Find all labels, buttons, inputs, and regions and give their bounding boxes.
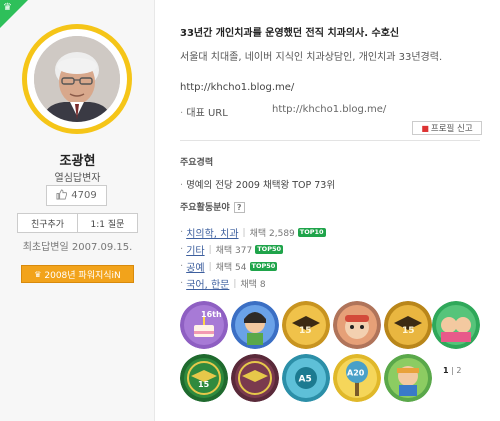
help-icon[interactable]: ?	[233, 202, 245, 213]
career-item-text: 명예의 전당 2009 채택왕 TOP 73위	[186, 180, 336, 191]
field-count: 채택 54	[215, 263, 247, 273]
add-friend-button[interactable]: 친구추가	[17, 213, 78, 233]
like-button[interactable]: 4709	[46, 185, 107, 206]
crown-icon: ♛	[3, 2, 12, 13]
badge-label: 16th	[201, 310, 222, 319]
fields-title: 주요활동분야?	[180, 200, 245, 213]
field-link[interactable]: 치의학, 치과	[186, 225, 238, 240]
avatar	[22, 24, 132, 134]
report-icon: ■	[421, 123, 429, 133]
field-count: 채택 2,589	[249, 229, 295, 239]
badge-label: A20	[347, 369, 365, 378]
user-role: 열심답변자	[54, 173, 101, 184]
report-profile-button[interactable]: ■ 프로필 신고	[412, 121, 482, 135]
top-rank-badge: TOP50	[255, 245, 284, 254]
activity-field-list: · 치의학, 치과 | 채택 2,589 TOP10 · 기타 | 채택 377…	[180, 224, 480, 292]
field-count: 채택 8	[240, 280, 266, 290]
representative-url-label: 대표 URL	[186, 108, 228, 119]
thumbs-up-icon	[56, 189, 68, 203]
list-item: · 기타 | 채택 377 TOP50	[180, 242, 284, 257]
explorer-badge[interactable]	[384, 354, 432, 402]
list-item: · 치의학, 치과 | 채택 2,589 TOP10	[180, 225, 326, 240]
badge-label: 15	[198, 380, 210, 389]
mascot-badge[interactable]	[333, 301, 381, 349]
direct-question-button[interactable]: 1:1 질문	[78, 213, 138, 233]
divider	[180, 140, 480, 141]
field-count: 채택 377	[215, 246, 253, 256]
top-rank-badge: TOP50	[249, 262, 278, 271]
first-answer-date: 최초답변일 2007.09.15.	[22, 242, 133, 253]
report-label: 프로필 신고	[430, 124, 473, 134]
pager-total[interactable]: 2	[456, 366, 461, 375]
fields-title-text: 주요활동분야	[180, 203, 230, 213]
avatar-photo	[34, 36, 120, 122]
pager-current[interactable]: 1	[443, 366, 449, 375]
graduation-badge[interactable]: 15	[384, 301, 432, 349]
profile-description: 서울대 치대졸, 네이버 지식인 치과상담인, 개인치과 33년경력.	[180, 52, 443, 63]
profile-url-link[interactable]: http://khcho1.blog.me/	[180, 82, 294, 93]
profile-actions: 친구추가 1:1 질문	[17, 213, 138, 233]
power-badge-button[interactable]: ♛ 2008년 파워지식iN	[21, 265, 134, 283]
profile-page: ♛ 조광현 열심답변자 4709 친구추가 1:1 질문 최초답변일 2007.…	[0, 0, 500, 421]
svg-text:15: 15	[402, 326, 415, 336]
graduation-badge[interactable]: 15	[282, 301, 330, 349]
anniversary-cake-badge[interactable]: 16th	[180, 301, 228, 349]
field-link[interactable]: 공예	[186, 259, 204, 274]
top-rank-badge: TOP10	[297, 228, 326, 237]
field-link[interactable]: 국어, 한문	[186, 276, 229, 291]
career-title: 주요경력	[180, 158, 214, 168]
character-badge[interactable]	[231, 301, 279, 349]
list-item: · 국어, 한문 | 채택 8	[180, 276, 266, 291]
crown-icon: ♛	[34, 269, 42, 279]
representative-url-row: · 대표 URL http://khcho1.blog.me/	[180, 104, 387, 119]
graduation-badge[interactable]: 15	[180, 354, 228, 402]
graduation-badge[interactable]	[231, 354, 279, 402]
profile-main: 33년간 개인치과를 운영했던 전직 치과의사. 수호신 서울대 치대졸, 네이…	[180, 0, 500, 421]
grade-badge[interactable]: A5	[282, 354, 330, 402]
friends-badge[interactable]	[432, 301, 480, 349]
badge-pager: 1 | 2	[443, 366, 461, 375]
signpost-badge[interactable]: A20	[333, 354, 381, 402]
list-item: · 공예 | 채택 54 TOP50	[180, 259, 278, 274]
pager-separator: |	[451, 366, 454, 375]
badge-label: A5	[299, 375, 312, 385]
profile-headline: 33년간 개인치과를 운영했던 전직 치과의사. 수호신	[180, 28, 400, 39]
profile-sidebar: ♛ 조광현 열심답변자 4709 친구추가 1:1 질문 최초답변일 2007.…	[0, 0, 155, 421]
career-item: · 명예의 전당 2009 채택왕 TOP 73위	[180, 180, 336, 191]
field-link[interactable]: 기타	[186, 242, 204, 257]
power-badge-label: 2008년 파워지식iN	[44, 270, 121, 281]
svg-text:15: 15	[299, 326, 312, 336]
representative-url-link[interactable]: http://khcho1.blog.me/	[272, 104, 386, 115]
user-name: 조광현	[59, 154, 96, 169]
like-count: 4709	[71, 190, 97, 201]
